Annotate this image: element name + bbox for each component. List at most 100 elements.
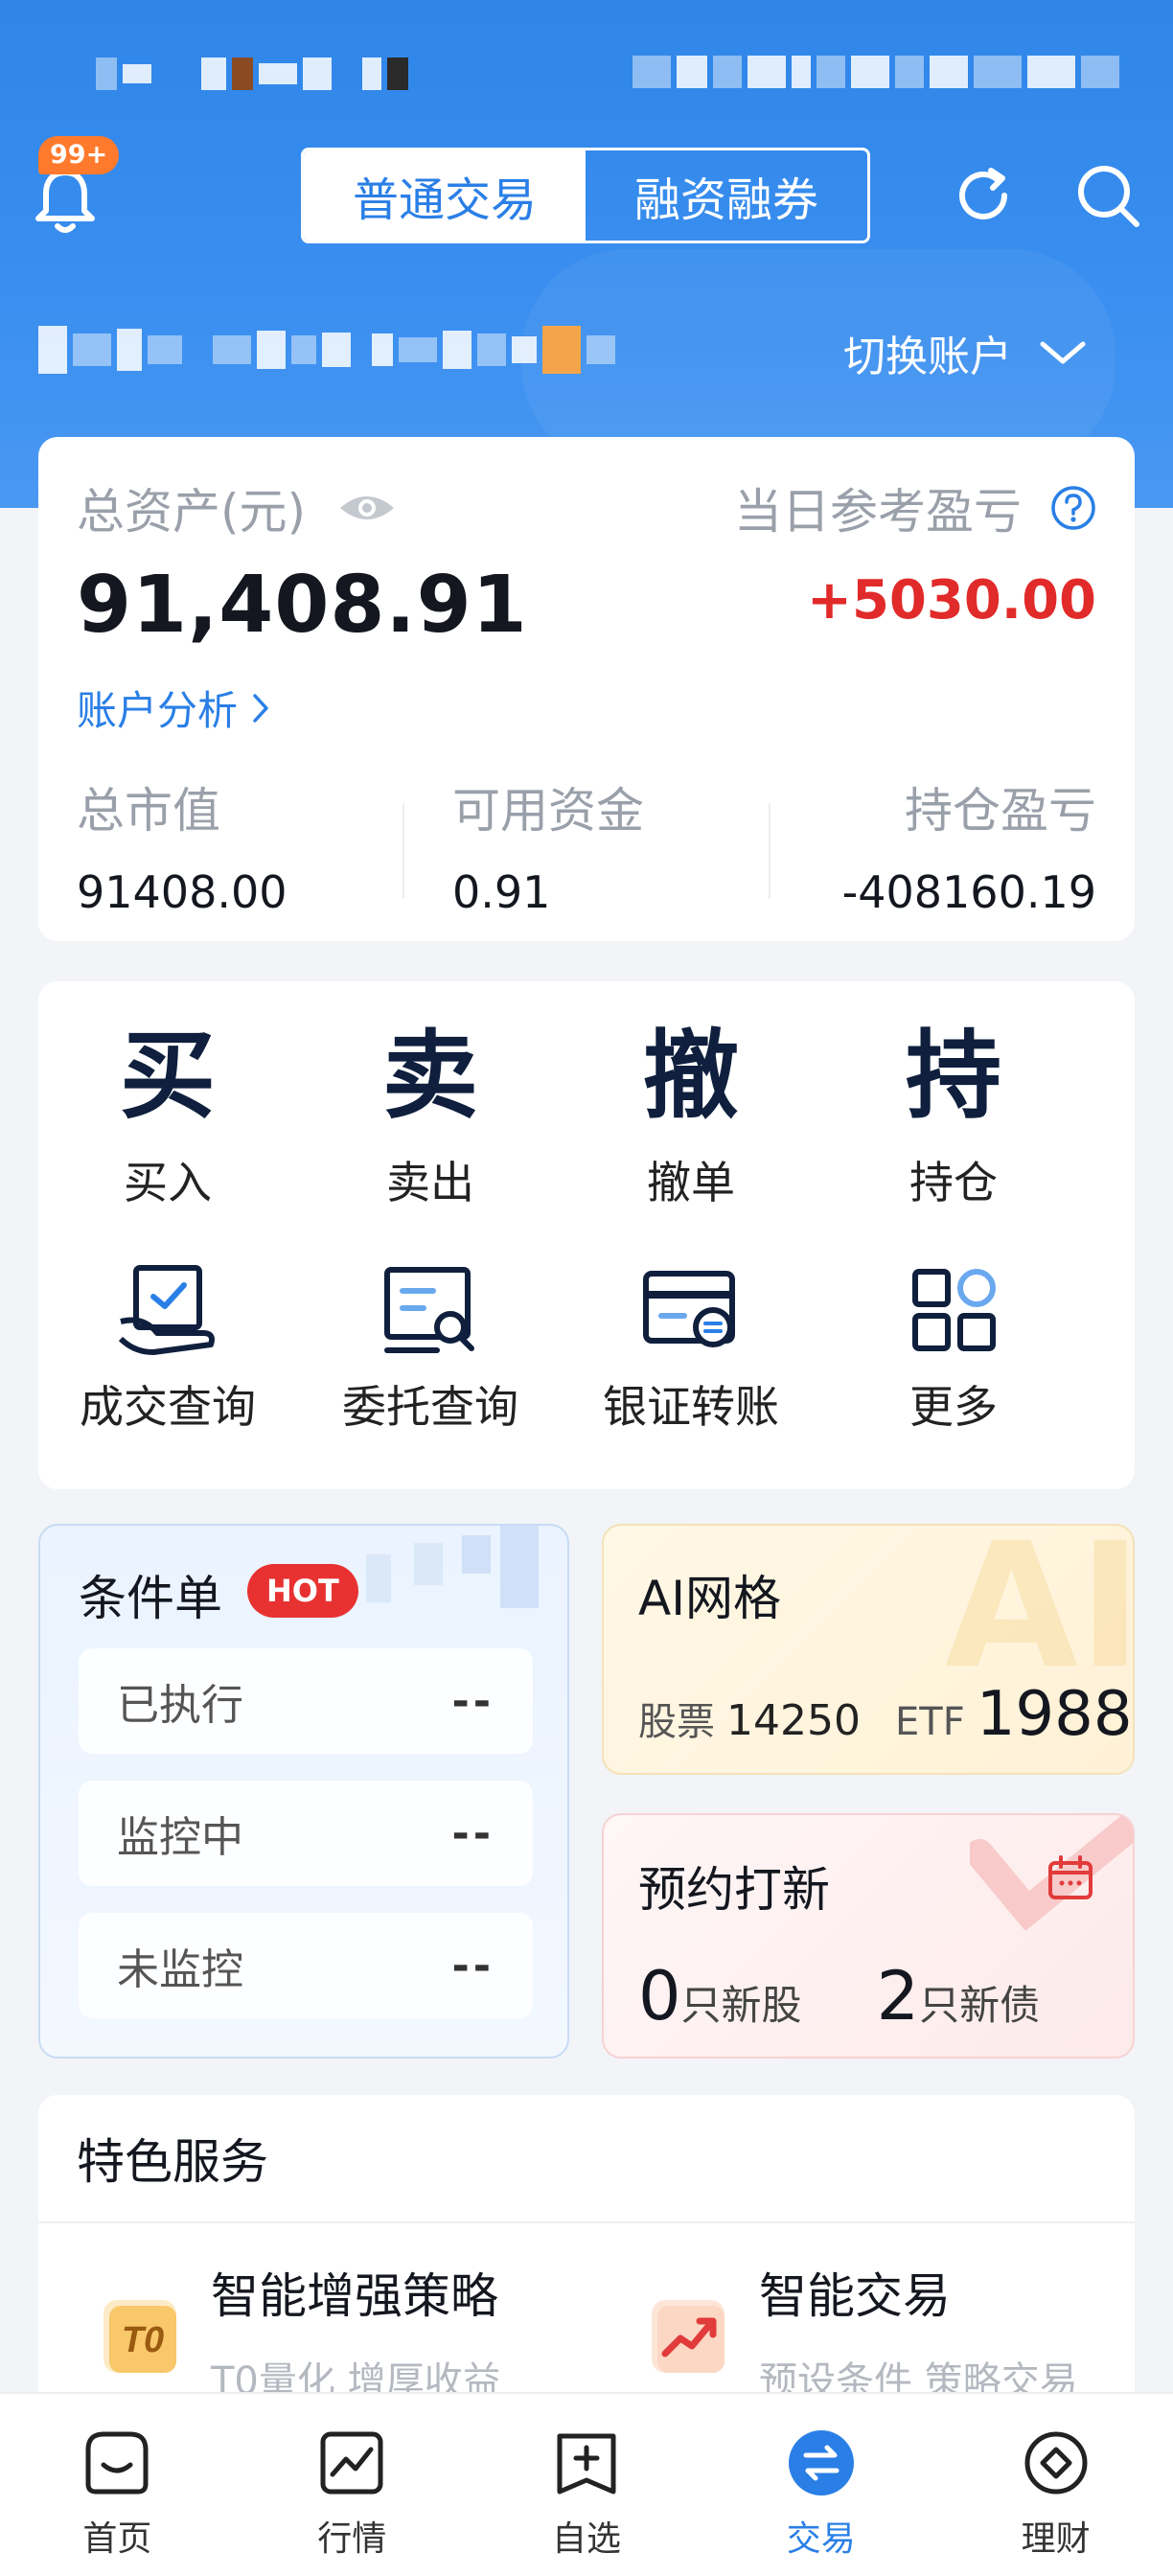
buy-label: 买入 xyxy=(124,1157,212,1208)
tab-normal-trade[interactable]: 普通交易 xyxy=(304,150,586,241)
nav-home[interactable]: 首页 xyxy=(0,2394,235,2576)
position-pnl-label: 持仓盈亏 xyxy=(905,783,1096,839)
nav-finance[interactable]: 理财 xyxy=(938,2394,1173,2576)
market-value-label: 总市值 xyxy=(77,783,220,839)
buy-button[interactable]: 买 买入 xyxy=(38,1024,297,1211)
ai-grid-card[interactable]: AI AI网格 股票 14250 ETF 1988 xyxy=(602,1524,1135,1775)
daily-pnl-value: +5030.00 xyxy=(807,569,1096,632)
ipo-subscription-card[interactable]: 预约打新 0 只新股 2 只新债 xyxy=(602,1813,1135,2058)
service-title: 智能交易 xyxy=(759,2268,951,2324)
home-icon xyxy=(85,2431,149,2495)
condition-order-card[interactable]: 条件单 HOT 已执行 -- 监控中 -- 未监控 -- xyxy=(38,1524,569,2058)
condition-row-value: -- xyxy=(451,1676,494,1726)
ipo-title: 预约打新 xyxy=(638,1862,830,1918)
asset-summary-card: 总资产(元) 当日参考盈亏 91,408.91 +5030.00 账户分析 总市… xyxy=(38,437,1135,941)
service-smart-trade[interactable]: 智能交易 预设条件 策略交易 xyxy=(648,2258,1078,2405)
total-assets-header: 总资产(元) xyxy=(77,473,398,542)
search-icon[interactable] xyxy=(1073,161,1142,230)
watchlist-icon xyxy=(557,2433,616,2495)
list-item[interactable]: 已执行 -- xyxy=(79,1648,533,1754)
more-button[interactable]: 更多 xyxy=(824,1257,1083,1436)
nav-trade[interactable]: 交易 xyxy=(703,2394,938,2576)
finance-icon xyxy=(1024,2431,1088,2495)
trade-actions-card: 买 买入 卖 卖出 撤 撤单 持 持仓 成交查询 委托查询 银证转账 更多 xyxy=(38,981,1135,1489)
new-bond-unit: 只新债 xyxy=(919,1982,1041,2029)
chevron-right-icon xyxy=(253,693,268,723)
ai-grid-title: AI网格 xyxy=(638,1571,781,1626)
trade-mode-tabs: 普通交易 融资融券 xyxy=(301,148,870,243)
nav-label: 理财 xyxy=(1021,2519,1091,2559)
stock-label: 股票 xyxy=(638,1700,715,1744)
available-funds-label: 可用资金 xyxy=(452,783,644,839)
bank-transfer-button[interactable]: 银证转账 xyxy=(562,1257,820,1436)
positions-glyph: 持 xyxy=(906,1020,1001,1132)
nav-label: 行情 xyxy=(317,2519,387,2559)
bottom-navigation: 首页 行情 自选 交易 理财 xyxy=(0,2392,1173,2576)
stock-count: 14250 xyxy=(726,1696,861,1745)
nav-watchlist[interactable]: 自选 xyxy=(470,2394,704,2576)
account-analysis-link[interactable]: 账户分析 xyxy=(77,678,270,737)
help-icon[interactable] xyxy=(1050,485,1096,531)
daily-pnl-header: 当日参考盈亏 xyxy=(734,473,1096,542)
condition-order-title: 条件单 xyxy=(79,1571,222,1626)
condition-row-label: 监控中 xyxy=(117,1813,243,1862)
chevron-down-icon xyxy=(1040,341,1086,364)
condition-row-label: 已执行 xyxy=(117,1681,243,1730)
nav-label: 交易 xyxy=(786,2519,856,2559)
condition-row-value: -- xyxy=(451,1808,494,1858)
notification-badge: 99+ xyxy=(38,136,120,174)
hot-badge: HOT xyxy=(247,1564,358,1618)
sell-glyph: 卖 xyxy=(382,1020,478,1132)
trade-icon xyxy=(788,2430,854,2496)
order-query-label: 委托查询 xyxy=(342,1381,518,1433)
redacted-status-bar-left xyxy=(96,58,408,90)
bank-transfer-label: 银证转账 xyxy=(603,1381,779,1433)
redacted-status-bar-right xyxy=(632,56,1119,88)
eye-icon[interactable] xyxy=(336,489,398,527)
switch-account-button[interactable]: 切换账户 xyxy=(843,322,1087,383)
services-title: 特色服务 xyxy=(77,2134,268,2190)
list-item[interactable]: 监控中 -- xyxy=(79,1781,533,1886)
ai-grid-stats: 股票 14250 ETF 1988 xyxy=(638,1679,1133,1750)
cancel-glyph: 撤 xyxy=(643,1020,739,1132)
calendar-icon xyxy=(1048,1855,1092,1899)
position-pnl-value: -408160.19 xyxy=(841,866,1096,918)
deal-query-button[interactable]: 成交查询 xyxy=(38,1257,297,1436)
market-icon xyxy=(320,2431,383,2495)
new-stock-unit: 只新股 xyxy=(680,1982,802,2029)
bank-transfer-icon xyxy=(643,1271,735,1347)
refresh-icon[interactable] xyxy=(949,161,1018,230)
available-funds-value: 0.91 xyxy=(452,866,551,918)
switch-account-label: 切换账户 xyxy=(843,333,1012,381)
nav-market[interactable]: 行情 xyxy=(235,2394,470,2576)
divider xyxy=(402,803,404,899)
list-item[interactable]: 未监控 -- xyxy=(79,1913,533,2018)
deal-query-icon xyxy=(118,1265,215,1355)
deal-query-label: 成交查询 xyxy=(80,1381,256,1433)
buy-glyph: 买 xyxy=(120,1020,216,1132)
daily-pnl-label: 当日参考盈亏 xyxy=(734,484,1022,540)
more-label: 更多 xyxy=(909,1381,998,1433)
service-title: 智能增强策略 xyxy=(211,2268,498,2324)
nav-label: 首页 xyxy=(82,2519,152,2559)
order-query-button[interactable]: 委托查询 xyxy=(301,1257,560,1436)
order-query-icon xyxy=(384,1267,474,1353)
tab-margin-trade[interactable]: 融资融券 xyxy=(586,150,867,241)
cancel-order-button[interactable]: 撤 撤单 xyxy=(562,1024,820,1211)
divider xyxy=(769,803,770,899)
redacted-account-number xyxy=(38,326,615,374)
positions-label: 持仓 xyxy=(909,1157,998,1208)
condition-row-label: 未监控 xyxy=(117,1945,243,1994)
service-smart-strategy[interactable]: T0 智能增强策略 T0量化 增厚收益 xyxy=(100,2258,501,2405)
condition-row-value: -- xyxy=(451,1941,494,1990)
total-assets-value: 91,408.91 xyxy=(77,560,528,651)
header: 99+ 普通交易 融资融券 切换账户 xyxy=(0,0,1173,508)
positions-button[interactable]: 持 持仓 xyxy=(824,1024,1083,1211)
svg-text:T0: T0 xyxy=(122,2320,164,2360)
sell-button[interactable]: 卖 卖出 xyxy=(301,1024,560,1211)
sell-label: 卖出 xyxy=(386,1157,474,1208)
trend-chart-icon xyxy=(652,2300,724,2373)
divider xyxy=(38,2221,1135,2223)
cancel-order-label: 撤单 xyxy=(647,1157,735,1208)
new-stock-count: 0 xyxy=(638,1957,681,2036)
